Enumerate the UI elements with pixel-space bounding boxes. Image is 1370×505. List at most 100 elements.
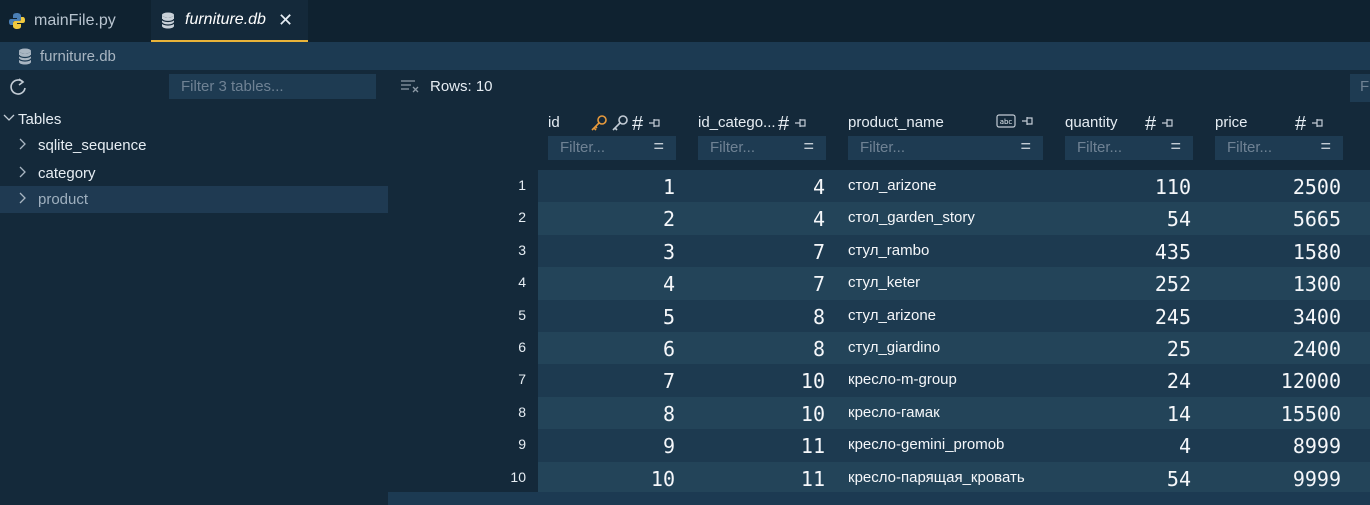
cell-quantity[interactable]: 245 [1155, 305, 1191, 329]
cell-product-name[interactable]: кресло-парящая_кровать [848, 469, 1025, 486]
number-type-icon: # [632, 113, 644, 135]
cell-product-name[interactable]: стол_arizone [848, 177, 937, 194]
cell-price[interactable]: 2500 [1293, 175, 1341, 199]
column-filter-input[interactable]: Filter... = [548, 136, 676, 160]
filter-placeholder: Filter... [1227, 139, 1273, 156]
cell-quantity[interactable]: 54 [1167, 207, 1191, 231]
cell-quantity[interactable]: 25 [1167, 337, 1191, 361]
column-filter-input[interactable]: Filter... = [1065, 136, 1193, 160]
cell-price[interactable]: 9999 [1293, 467, 1341, 491]
cell-price[interactable]: 1300 [1293, 272, 1341, 296]
table-row[interactable]: 9 9 11 4 8999 кресло-gemini_promob [388, 429, 1370, 462]
cell-id[interactable]: 1 [663, 175, 675, 199]
filter-operator-icon[interactable]: = [803, 136, 814, 157]
column-filter-input[interactable]: Filter... = [698, 136, 826, 160]
pin-icon[interactable] [646, 115, 662, 135]
cell-product-name[interactable]: стул_rambo [848, 242, 929, 259]
cell-id-category[interactable]: 7 [813, 272, 825, 296]
filter-placeholder: Filter... [560, 139, 606, 156]
cell-price[interactable]: 12000 [1281, 369, 1341, 393]
cell-price[interactable]: 5665 [1293, 207, 1341, 231]
cell-id-category[interactable]: 8 [813, 305, 825, 329]
cell-product-name[interactable]: стул_giardino [848, 339, 940, 356]
sidebar-item-category[interactable]: category [0, 160, 388, 187]
refresh-icon[interactable] [8, 77, 28, 97]
filter-operator-icon[interactable]: = [653, 136, 664, 157]
cell-quantity[interactable]: 4 [1179, 434, 1191, 458]
cell-product-name[interactable]: кресло-gemini_promob [848, 436, 1004, 453]
column-id-category[interactable]: id_catego... # Filter... = [688, 110, 836, 166]
tab-furniture-db[interactable]: furniture.db ✕ [151, 0, 308, 42]
row-number: 9 [518, 436, 526, 453]
cell-id-category[interactable]: 4 [813, 175, 825, 199]
cell-id-category[interactable]: 10 [801, 369, 825, 393]
table-row[interactable]: 5 5 8 245 3400 стул_arizone [388, 299, 1370, 332]
cell-price[interactable]: 15500 [1281, 402, 1341, 426]
cell-product-name[interactable]: кресло-гамак [848, 404, 940, 421]
cell-product-name[interactable]: стол_garden_story [848, 209, 975, 226]
column-id[interactable]: id # Filter... = [538, 110, 686, 166]
cell-quantity[interactable]: 435 [1155, 240, 1191, 264]
cell-quantity[interactable]: 24 [1167, 369, 1191, 393]
column-price[interactable]: price # Filter... = [1205, 110, 1353, 166]
cell-id[interactable]: 7 [663, 369, 675, 393]
column-name: id [548, 114, 560, 131]
cell-quantity[interactable]: 54 [1167, 467, 1191, 491]
cell-product-name[interactable]: кресло-m-group [848, 371, 957, 388]
cell-product-name[interactable]: стул_arizone [848, 307, 936, 324]
cell-id-category[interactable]: 10 [801, 402, 825, 426]
sidebar-item-sqlite-sequence[interactable]: sqlite_sequence [0, 132, 388, 159]
filter-operator-icon[interactable]: = [1170, 136, 1181, 157]
cell-id-category[interactable]: 4 [813, 207, 825, 231]
column-product-name[interactable]: product_name abc Filter... = [838, 110, 1053, 166]
column-filter-input[interactable]: Filter... = [848, 136, 1043, 160]
close-icon[interactable]: ✕ [278, 10, 293, 31]
cell-id[interactable]: 4 [663, 272, 675, 296]
cell-id[interactable]: 6 [663, 337, 675, 361]
pin-icon[interactable] [1019, 113, 1035, 133]
cell-price[interactable]: 1580 [1293, 240, 1341, 264]
tab-mainfile[interactable]: mainFile.py [0, 0, 150, 42]
cell-price[interactable]: 2400 [1293, 337, 1341, 361]
table-row[interactable]: 8 8 10 14 15500 кресло-гамак [388, 396, 1370, 430]
global-filter-input[interactable]: F [1350, 74, 1370, 102]
cell-id[interactable]: 2 [663, 207, 675, 231]
table-row[interactable]: 6 6 8 25 2400 стул_giardino [388, 332, 1370, 365]
pin-icon[interactable] [792, 115, 808, 135]
clear-filter-icon[interactable] [400, 79, 420, 95]
column-filter-input[interactable]: Filter... = [1215, 136, 1343, 160]
cell-id-category[interactable]: 11 [801, 467, 825, 491]
cell-id[interactable]: 10 [651, 467, 675, 491]
column-quantity[interactable]: quantity # Filter... = [1055, 110, 1203, 166]
sidebar-item-product[interactable]: product [0, 186, 388, 213]
cell-id[interactable]: 9 [663, 434, 675, 458]
table-row[interactable]: 7 7 10 24 12000 кресло-m-group [388, 364, 1370, 397]
filter-operator-icon[interactable]: = [1320, 136, 1331, 157]
cell-id[interactable]: 5 [663, 305, 675, 329]
tree-tables[interactable]: Tables [0, 108, 388, 130]
table-row[interactable]: 3 3 7 435 1580 стул_rambo [388, 234, 1370, 268]
horizontal-scrollbar[interactable] [388, 492, 1370, 505]
row-number: 10 [510, 468, 526, 485]
cell-quantity[interactable]: 14 [1167, 402, 1191, 426]
table-row[interactable]: 10 10 11 54 9999 кресло-парящая_кровать [388, 461, 1370, 494]
pin-icon[interactable] [1309, 115, 1325, 135]
pin-icon[interactable] [1159, 115, 1175, 135]
table-row[interactable]: 4 4 7 252 1300 стул_keter [388, 267, 1370, 300]
cell-price[interactable]: 8999 [1293, 434, 1341, 458]
cell-quantity[interactable]: 252 [1155, 272, 1191, 296]
table-row[interactable]: 2 2 4 54 5665 стол_garden_story [388, 202, 1370, 235]
cell-id[interactable]: 8 [663, 402, 675, 426]
filter-tables-input[interactable]: Filter 3 tables... [169, 74, 376, 99]
row-number: 2 [518, 209, 526, 226]
cell-id[interactable]: 3 [663, 240, 675, 264]
cell-product-name[interactable]: стул_keter [848, 274, 920, 291]
filter-operator-icon[interactable]: = [1020, 136, 1031, 157]
cell-id-category[interactable]: 8 [813, 337, 825, 361]
chevron-right-icon [18, 166, 38, 181]
cell-quantity[interactable]: 110 [1155, 175, 1191, 199]
table-row[interactable]: 1 1 4 110 2500 стол_arizone [388, 170, 1370, 203]
cell-id-category[interactable]: 7 [813, 240, 825, 264]
cell-price[interactable]: 3400 [1293, 305, 1341, 329]
cell-id-category[interactable]: 11 [801, 434, 825, 458]
